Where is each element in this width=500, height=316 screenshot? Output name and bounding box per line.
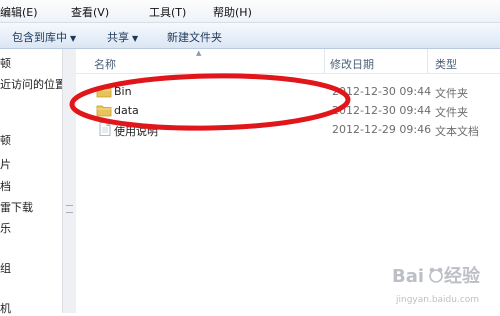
column-type[interactable]: 类型 xyxy=(435,56,457,72)
share-label: 共享 xyxy=(107,31,129,44)
command-toolbar: 包含到库中 ▼ 共享 ▼ 新建文件夹 xyxy=(0,23,500,49)
file-name: Bin xyxy=(114,85,132,98)
column-divider[interactable] xyxy=(427,49,428,73)
file-date: 2012-12-30 09:44 xyxy=(332,85,432,98)
menu-edit[interactable]: 编辑(E) xyxy=(0,4,38,20)
svg-text:Bai: Bai xyxy=(392,266,424,287)
file-type: 文件夹 xyxy=(435,106,468,119)
baidu-watermark-logo: Bai 经验 jingyan.baidu.com xyxy=(392,265,481,305)
file-row-bin[interactable]: Bin 2012-12-30 09:44 文件夹 xyxy=(76,82,500,101)
text-file-icon xyxy=(99,122,111,136)
nav-item-recent-places[interactable]: 近访问的位置 xyxy=(0,76,66,92)
file-type: 文本文档 xyxy=(435,125,479,138)
nav-item-thunder-downloads[interactable]: 雷下载 xyxy=(0,199,33,215)
nav-scrollbar[interactable] xyxy=(62,49,77,313)
file-row-readme[interactable]: 使用说明 2012-12-29 09:46 文本文档 xyxy=(76,120,500,139)
nav-item-videos[interactable]: 顿 xyxy=(0,132,11,148)
menu-bar: 编辑(E) 查看(V) 工具(T) 帮助(H) xyxy=(0,0,500,23)
menu-help[interactable]: 帮助(H) xyxy=(213,4,252,20)
file-name: 使用说明 xyxy=(114,125,158,138)
chevron-down-icon: ▼ xyxy=(70,34,77,43)
chevron-down-icon: ▼ xyxy=(132,34,139,43)
include-in-library-label: 包含到库中 xyxy=(12,31,67,44)
column-name[interactable]: 名称 xyxy=(94,56,116,72)
file-row-data[interactable]: data 2012-12-30 09:44 文件夹 xyxy=(76,101,500,120)
menu-view[interactable]: 查看(V) xyxy=(71,4,109,20)
nav-item-pictures[interactable]: 片 xyxy=(0,156,11,172)
svg-text:jingyan.baidu.com: jingyan.baidu.com xyxy=(395,295,479,305)
nav-item-homegroup[interactable]: 组 xyxy=(0,260,11,276)
svg-text:经验: 经验 xyxy=(444,265,481,287)
column-divider[interactable] xyxy=(324,49,325,73)
file-date: 2012-12-30 09:44 xyxy=(332,104,432,117)
nav-item-downloads[interactable]: 顿 xyxy=(0,55,11,71)
column-date-modified[interactable]: 修改日期 xyxy=(330,56,374,72)
file-name: data xyxy=(114,104,139,117)
file-type: 文件夹 xyxy=(435,87,468,100)
nav-item-computer[interactable]: 机 xyxy=(0,300,11,316)
nav-item-documents[interactable]: 档 xyxy=(0,178,11,194)
nav-item-music[interactable]: 乐 xyxy=(0,220,11,236)
new-folder-button[interactable]: 新建文件夹 xyxy=(167,29,222,45)
file-date: 2012-12-29 09:46 xyxy=(332,123,432,136)
share-button[interactable]: 共享 ▼ xyxy=(107,29,138,45)
navigation-pane: 顿 近访问的位置 顿 片 档 雷下载 乐 组 机 xyxy=(0,49,66,316)
scrollbar-grip-icon[interactable] xyxy=(66,205,73,213)
column-header: ▲ 名称 修改日期 类型 xyxy=(76,49,500,74)
folder-icon xyxy=(96,105,112,117)
include-in-library-button[interactable]: 包含到库中 ▼ xyxy=(12,29,76,45)
menu-tools[interactable]: 工具(T) xyxy=(149,4,186,20)
folder-icon xyxy=(96,86,112,98)
sort-arrow-icon: ▲ xyxy=(196,49,202,57)
